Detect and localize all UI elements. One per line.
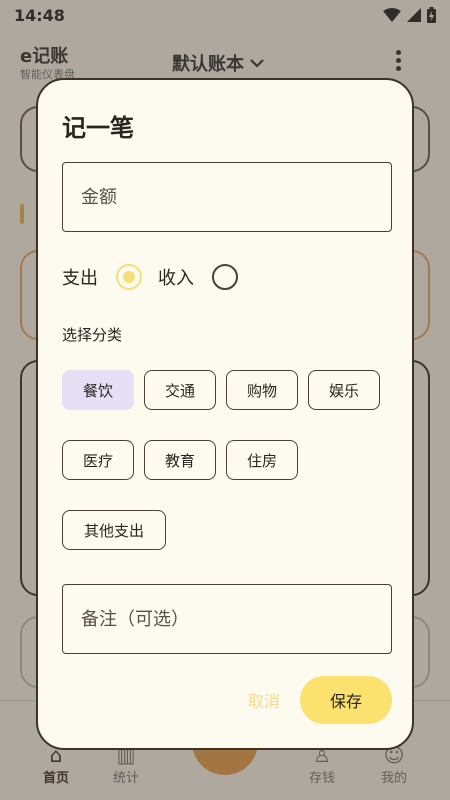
income-radio[interactable] <box>212 264 238 290</box>
save-button[interactable]: 保存 <box>300 676 392 724</box>
category-chip-other[interactable]: 其他支出 <box>62 510 166 550</box>
category-title: 选择分类 <box>62 326 123 344</box>
amount-input[interactable] <box>62 162 392 232</box>
category-chip-shopping[interactable]: 购物 <box>226 370 298 410</box>
category-chip-entertainment[interactable]: 娱乐 <box>308 370 380 410</box>
category-chip-medical[interactable]: 医疗 <box>62 440 134 480</box>
income-label[interactable]: 收入 <box>158 264 194 290</box>
dialog-title: 记一笔 <box>62 114 134 142</box>
category-chip-transport[interactable]: 交通 <box>144 370 216 410</box>
add-record-dialog: 记一笔 支出 收入 选择分类 餐饮 交通 购物 娱乐 医疗 教育 住房 其他支出… <box>36 78 414 750</box>
category-chip-dining[interactable]: 餐饮 <box>62 370 134 410</box>
expense-label[interactable]: 支出 <box>62 264 98 290</box>
category-chip-housing[interactable]: 住房 <box>226 440 298 480</box>
cancel-button[interactable]: 取消 <box>234 678 294 722</box>
category-chip-education[interactable]: 教育 <box>144 440 216 480</box>
note-input[interactable] <box>62 584 392 654</box>
expense-radio[interactable] <box>116 264 142 290</box>
type-selector: 支出 收入 <box>62 260 254 294</box>
